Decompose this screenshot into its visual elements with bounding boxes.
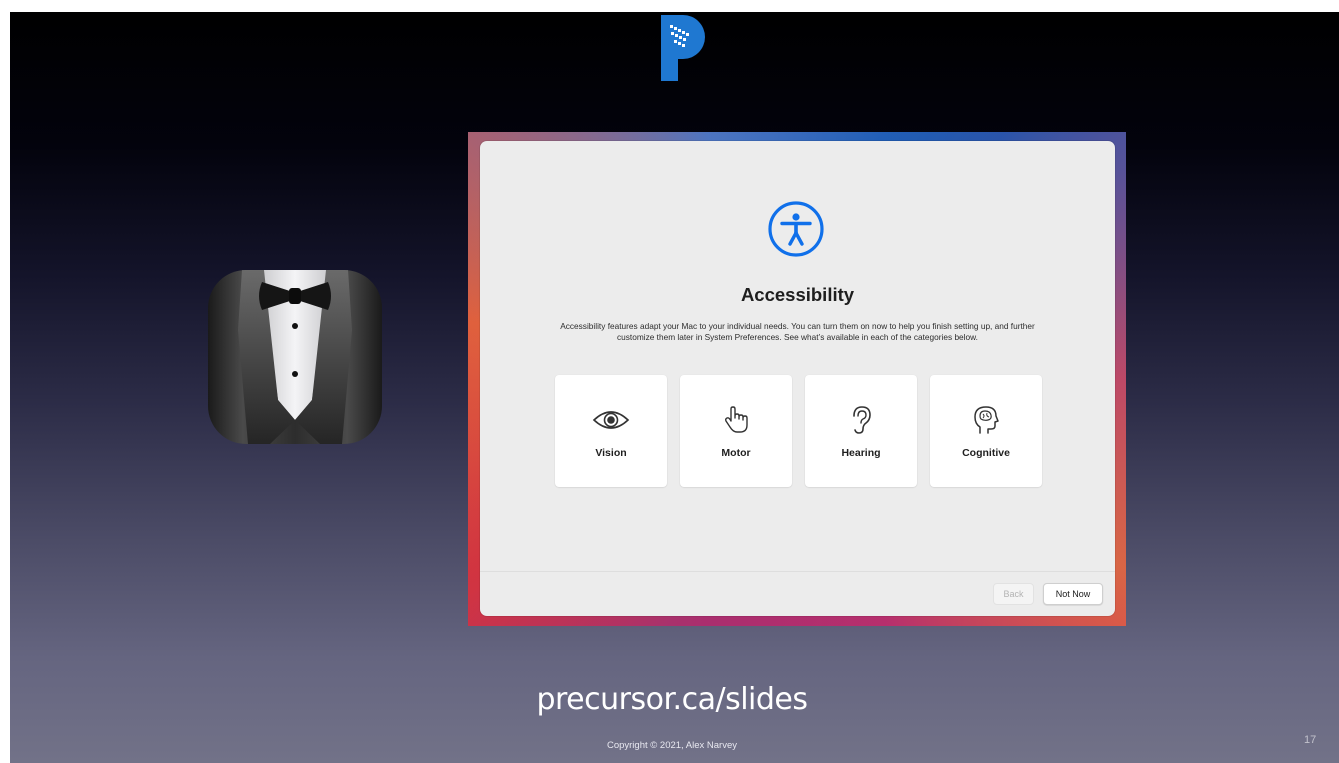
ear-icon bbox=[853, 406, 871, 434]
eye-icon bbox=[592, 411, 630, 429]
card-label: Motor bbox=[721, 447, 751, 459]
category-cards: Vision Motor Hearing Cognitive bbox=[555, 375, 1042, 487]
accessibility-icon bbox=[768, 201, 824, 257]
card-label: Cognitive bbox=[962, 447, 1010, 459]
card-label: Hearing bbox=[841, 447, 881, 459]
head-brain-icon bbox=[974, 406, 999, 434]
category-card-vision[interactable]: Vision bbox=[555, 375, 667, 487]
card-label: Vision bbox=[595, 447, 627, 459]
category-card-hearing[interactable]: Hearing bbox=[805, 375, 917, 487]
slides-url: precursor.ca/slides bbox=[536, 682, 808, 717]
category-card-motor[interactable]: Motor bbox=[680, 375, 792, 487]
category-card-cognitive[interactable]: Cognitive bbox=[930, 375, 1042, 487]
setup-assistant-window: Accessibility Accessibility features ada… bbox=[480, 141, 1115, 616]
window-description: Accessibility features adapt your Mac to… bbox=[560, 321, 1035, 342]
pointing-hand-icon bbox=[724, 406, 748, 433]
page-number: 17 bbox=[1304, 734, 1317, 746]
screenshot-frame: Accessibility Accessibility features ada… bbox=[468, 132, 1126, 626]
tuxedo-app-icon bbox=[208, 270, 382, 444]
back-button[interactable]: Back bbox=[993, 583, 1034, 605]
window-title: Accessibility bbox=[740, 284, 855, 305]
footer-divider bbox=[480, 571, 1115, 572]
precursor-logo-icon bbox=[661, 15, 705, 81]
slide: Accessibility Accessibility features ada… bbox=[10, 12, 1339, 763]
not-now-button[interactable]: Not Now bbox=[1043, 583, 1103, 605]
copyright-text: Copyright © 2021, Alex Narvey bbox=[606, 740, 738, 751]
